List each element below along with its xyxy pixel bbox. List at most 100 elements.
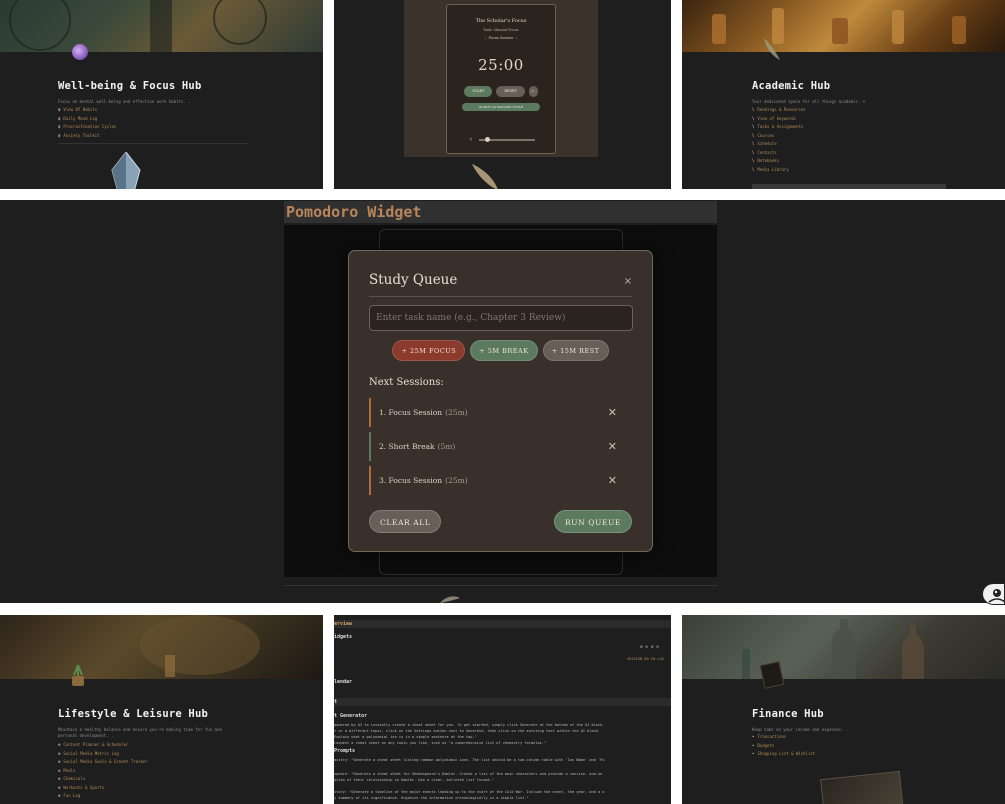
doc-line: Explain what a polynomial ion is in a si…	[334, 735, 477, 739]
doc-line: request a cheat sheet on any topic you l…	[334, 741, 547, 745]
link-courses[interactable]: \ Courses	[752, 132, 806, 141]
link-view-of-habits[interactable]: ⇶ View Of Habits	[58, 106, 116, 115]
study-queue-modal: Study Queue × + 25M FOCUS + 5M BREAK + 1…	[348, 250, 653, 552]
mini-skip-button[interactable]: ▷	[528, 86, 538, 97]
overview-heading: erview	[334, 621, 353, 627]
link-daily-mood-log[interactable]: ⇶ Daily Mood Log	[58, 115, 116, 124]
mini-timer-time: 25:00	[478, 56, 524, 74]
link-budgets[interactable]: • Budgets	[752, 742, 815, 751]
feather-icon	[472, 164, 498, 189]
run-queue-button[interactable]: RUN QUEUE	[553, 510, 632, 533]
prompts-heading: Prompts	[334, 748, 356, 754]
toolbar-icons[interactable]: ⊕ ⊘ ⊗ ⊙	[640, 645, 659, 650]
doc-line: powered by AI to instantly create a chea…	[334, 723, 605, 727]
mini-reset-button[interactable]: RESET	[496, 86, 525, 97]
volume-slider[interactable]: ◁	[469, 136, 535, 143]
widgets-heading: idgets	[334, 634, 353, 640]
feather-icon	[440, 596, 460, 603]
academic-title: Academic Hub	[752, 80, 831, 92]
link-readings-resources[interactable]: \ Readings & Resources	[752, 106, 806, 115]
link-media-library[interactable]: \ Media Library	[752, 166, 806, 175]
doc-line: ption of their relationship to Hamlet. U…	[334, 778, 495, 782]
link-shopping-list[interactable]: • Shopping List & Wishlist	[752, 750, 815, 759]
next-sessions-label: Next Sessions:	[369, 377, 444, 388]
crystal-ball-icon	[72, 44, 88, 60]
doc-line: mistry: "Generate a cheat sheet listing …	[334, 758, 605, 762]
link-view-of-keywords[interactable]: \ View of keywords	[752, 115, 806, 124]
mini-timer-mode[interactable]: ‹ Focus Session ›	[447, 36, 555, 40]
academic-embed-bar	[752, 184, 946, 189]
generator-heading: t Generator	[334, 713, 368, 719]
add-rest-button[interactable]: + 15M REST	[542, 340, 609, 361]
link-tasks-assignments[interactable]: \ Tasks & Assignments	[752, 123, 806, 132]
link-meals[interactable]: ⊕ Meals	[58, 767, 148, 776]
link-social-goals[interactable]: ⊕ Social Media Goals & Growth Tracker	[58, 758, 148, 767]
quick-add-row: + 25M FOCUS + 5M BREAK + 15M REST	[349, 340, 652, 361]
lifestyle-banner-image	[0, 615, 323, 679]
link-notebooks[interactable]: \ Notebooks	[752, 157, 806, 166]
add-focus-button[interactable]: + 25M FOCUS	[392, 340, 466, 361]
doc-line: y summary of its significance. Organize …	[334, 796, 529, 800]
section-heading: t	[334, 699, 338, 705]
queue-item: 2. Short Break (5m) ✕	[369, 432, 627, 461]
volume-knob[interactable]	[485, 137, 490, 142]
link-social-metric-log[interactable]: ⊕ Social Media Metric Log	[58, 750, 148, 759]
clear-all-button[interactable]: CLEAR ALL	[369, 510, 442, 533]
queue-item-duration: (25m)	[445, 408, 468, 417]
docs-panel: erview idgets ⊕ ⊘ ⊗ ⊙ SESSION 00 IN LOG …	[334, 615, 671, 804]
wellbeing-banner-image	[0, 0, 323, 52]
wellbeing-title: Well-being & Focus Hub	[58, 80, 202, 92]
quill-icon	[764, 38, 780, 60]
chevron-left-icon[interactable]: ‹	[485, 36, 486, 40]
divider	[58, 143, 248, 144]
mini-start-button[interactable]: START	[464, 86, 493, 97]
link-workouts[interactable]: ⊕ Workouts & Sports	[58, 784, 148, 793]
queue-item-label: 1. Focus Session	[379, 408, 443, 417]
doc-line: story: "Generate a timeline of the major…	[334, 790, 605, 794]
widget-title: Pomodoro Widget	[284, 201, 717, 223]
close-icon[interactable]: ×	[624, 276, 632, 287]
finance-banner-image	[682, 615, 1005, 679]
link-contacts[interactable]: \ Contacts	[752, 149, 806, 158]
plant-icon	[72, 664, 84, 686]
academic-hub-panel: Academic Hub Your dedicated space for al…	[682, 0, 1005, 189]
chevron-right-icon[interactable]: ›	[516, 36, 517, 40]
assistant-avatar-icon[interactable]	[982, 583, 1005, 605]
finance-title: Finance Hub	[752, 708, 824, 720]
queue-item: 1. Focus Session (25m) ✕	[369, 398, 627, 427]
link-fun-log[interactable]: ⊕ Fun Log	[58, 792, 148, 801]
link-content-planner[interactable]: ⊕ Content Planner & Scheduler	[58, 741, 148, 750]
link-anxiety-toolkit[interactable]: ⇶ Anxiety Toolkit	[58, 132, 116, 141]
finance-links: • Transactions • Budgets • Shopping List & …	[752, 733, 815, 759]
overview-bar	[334, 620, 671, 628]
finance-hub-panel: Finance Hub Keep tabs on your income and…	[682, 615, 1005, 804]
calendar-heading: lendar	[334, 679, 353, 685]
mini-timer-task: Task: Manual Focus	[483, 28, 519, 32]
remove-icon[interactable]: ✕	[608, 440, 617, 453]
finance-description: Keep tabs on your income and expenses. .	[752, 727, 849, 732]
add-break-button[interactable]: + 5M BREAK	[470, 340, 538, 361]
session-label: SESSION 00 IN LOG	[627, 657, 664, 661]
link-schedule[interactable]: \ Schedule	[752, 140, 806, 149]
doc-line: speare: "Generate a cheat sheet for Shak…	[334, 772, 603, 776]
link-chemicals[interactable]: ⊕ Chemicals	[58, 775, 148, 784]
wellbeing-hub-panel: Well-being & Focus Hub Focus on mental w…	[0, 0, 323, 189]
doc-line: t or a different topic, click on the Set…	[334, 729, 601, 733]
lifestyle-description-2: personal development. .	[58, 733, 114, 738]
wellbeing-links: ⇶ View Of Habits ⇶ Daily Mood Log ⇶ Procras…	[58, 106, 116, 140]
section-bar	[334, 698, 671, 706]
link-procrastination-cycles[interactable]: ⇶ Procrastination Cycles	[58, 123, 116, 132]
link-transactions[interactable]: • Transactions	[752, 733, 815, 742]
crystal-icon	[111, 152, 141, 189]
mini-queue-button[interactable]: QUEUE (0) MANAGE CYCLE	[462, 103, 540, 111]
academic-banner-image	[682, 0, 1005, 52]
remove-icon[interactable]: ✕	[608, 474, 617, 487]
academic-description: Your dedicated space for all things acad…	[752, 99, 866, 104]
task-name-input[interactable]	[369, 305, 633, 331]
queue-item-label: 3. Focus Session	[379, 476, 443, 485]
queue-item-duration: (25m)	[445, 476, 468, 485]
remove-icon[interactable]: ✕	[608, 406, 617, 419]
queue-item-label: 2. Short Break	[379, 442, 435, 451]
wellbeing-description: Focus on mental well-being and effective…	[58, 99, 191, 104]
lifestyle-title: Lifestyle & Leisure Hub	[58, 708, 208, 720]
